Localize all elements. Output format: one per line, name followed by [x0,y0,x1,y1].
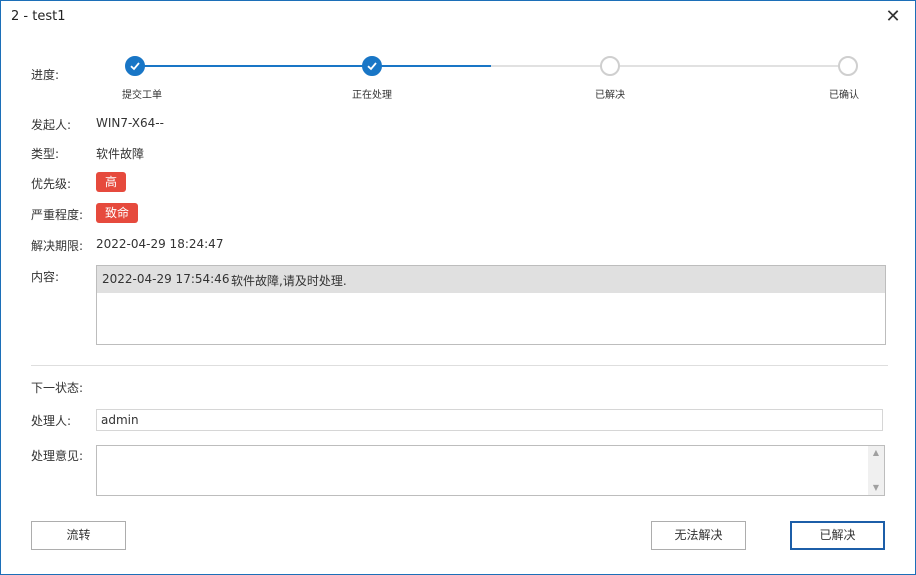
close-icon[interactable]: ✕ [883,7,903,27]
severity-label: 严重程度: [31,208,84,222]
type-value: 软件故障 [96,147,145,161]
cannot-resolve-button[interactable]: 无法解决 [651,521,746,550]
deadline-value: 2022-04-29 18:24:47 [96,237,224,251]
progress-track-todo [491,65,848,67]
window-title: 2 - test1 [11,9,66,24]
scroll-up-arrow-icon[interactable]: ▲ [868,446,884,460]
handler-input[interactable] [96,409,883,431]
transfer-button[interactable]: 流转 [31,521,126,550]
content-label: 内容: [31,270,60,284]
content-row[interactable]: 2022-04-29 17:54:46 软件故障,请及时处理. [97,266,885,293]
opinion-scrollbar[interactable]: ▲ ▼ [868,446,884,495]
type-label: 类型: [31,147,60,161]
content-list[interactable]: 2022-04-29 17:54:46 软件故障,请及时处理. [96,265,886,345]
resolved-button[interactable]: 已解决 [790,521,885,550]
handler-label: 处理人: [31,414,72,428]
progress-label: 进度: [31,68,60,82]
content-time: 2022-04-29 17:54:46 [102,272,230,286]
step-4-circle-icon [838,56,858,76]
deadline-label: 解决期限: [31,239,84,253]
title-bar: 2 - test1 ✕ [1,1,915,33]
initiator-value: WIN7-X64-- [96,116,164,130]
content-message: 软件故障,请及时处理. [231,274,347,288]
step-label-confirmed: 已确认 [829,90,859,101]
opinion-label: 处理意见: [31,449,84,463]
step-3-circle-icon [600,56,620,76]
initiator-label: 发起人: [31,118,72,132]
progress-track-done-2 [373,65,491,67]
step-1-check-icon [125,56,145,76]
opinion-textarea[interactable]: ▲ ▼ [96,445,885,496]
severity-badge: 致命 [96,203,139,223]
priority-label: 优先级: [31,177,72,191]
step-label-resolved: 已解决 [595,90,625,101]
priority-badge: 高 [96,172,127,192]
scroll-down-arrow-icon[interactable]: ▼ [868,481,884,495]
ticket-dialog: 2 - test1 ✕ 进度: 提交工单 正在处理 已解决 已确认 发起人: W… [0,0,916,575]
step-2-check-icon [362,56,382,76]
progress-track-done-1 [135,65,373,67]
step-label-processing: 正在处理 [352,90,392,101]
section-divider [31,365,888,366]
next-state-label: 下一状态: [31,381,84,395]
step-label-submit: 提交工单 [122,90,162,101]
